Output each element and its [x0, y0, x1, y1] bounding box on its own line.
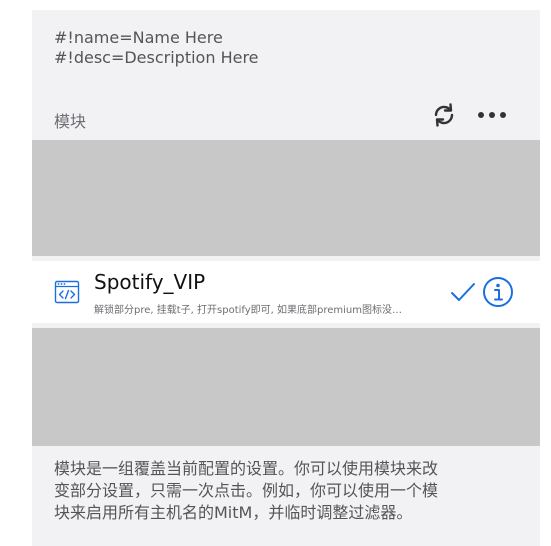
section-title: 模块	[54, 112, 87, 131]
module-description: 解锁部分pre, 挂载t子, 打开spotify即可, 如果底部premium图…	[94, 305, 403, 316]
placeholder-block-bottom	[32, 328, 540, 446]
config-header: #!name=Name Here #!desc=Description Here	[54, 28, 259, 68]
config-name-line: #!name=Name Here	[54, 28, 223, 47]
help-line: 模块是一组覆盖当前配置的设置。你可以使用模块来改	[54, 459, 439, 478]
info-icon[interactable]	[482, 276, 514, 308]
config-desc-line: #!desc=Description Here	[54, 48, 259, 67]
modules-help-text: 模块是一组覆盖当前配置的设置。你可以使用模块来改 变部分设置，只需一次点击。例如…	[54, 458, 514, 524]
help-line: 变部分设置，只需一次点击。例如，你可以使用一个模	[54, 481, 439, 500]
more-icon[interactable]	[476, 105, 508, 125]
help-line: 块来启用所有主机名的MitM，并临时调整过滤器。	[54, 503, 413, 522]
checkmark-icon[interactable]	[450, 281, 476, 303]
modules-panel: #!name=Name Here #!desc=Description Here…	[32, 10, 540, 546]
module-row-spotify-vip[interactable]: Spotify_VIP 解锁部分pre, 挂载t子, 打开spotify即可, …	[32, 261, 540, 323]
refresh-icon[interactable]	[430, 101, 458, 129]
placeholder-block-top	[32, 140, 540, 256]
module-name: Spotify_VIP	[94, 270, 206, 294]
code-window-icon	[54, 280, 80, 304]
